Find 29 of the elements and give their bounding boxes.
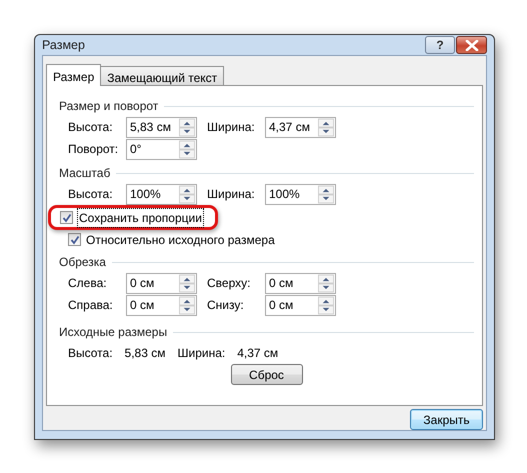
field-label: Справа: bbox=[68, 297, 114, 314]
field-label: Высота: bbox=[68, 119, 114, 136]
field-label: Ширина: bbox=[207, 119, 256, 136]
field-label: Ширина: bbox=[207, 186, 256, 203]
help-button[interactable]: ? bbox=[425, 36, 455, 54]
tab[interactable]: Размер bbox=[46, 64, 102, 86]
window-title: Размер bbox=[42, 36, 85, 54]
field-label: Снизу: bbox=[207, 297, 245, 314]
section-title: Масштаб bbox=[59, 165, 110, 182]
info-label: Ширина: bbox=[178, 345, 226, 362]
checkbox[interactable] bbox=[60, 211, 73, 224]
checkbox-label[interactable]: Сохранить пропорции bbox=[78, 208, 203, 226]
field-label: Сверху: bbox=[207, 275, 252, 292]
close-dialog-button[interactable]: Закрыть bbox=[410, 409, 483, 430]
tab[interactable]: Замещающий текст bbox=[100, 66, 224, 85]
field-label: Поворот: bbox=[68, 141, 120, 158]
field-label: Высота: bbox=[68, 186, 114, 203]
checkbox[interactable] bbox=[68, 233, 81, 246]
checkbox-label[interactable]: Относительно исходного размера bbox=[86, 230, 275, 248]
info-value: 5,83 см bbox=[124, 345, 166, 362]
section-title: Размер и поворот bbox=[59, 98, 158, 115]
section-title: Обрезка bbox=[59, 254, 106, 271]
close-button[interactable] bbox=[456, 36, 487, 54]
info-label: Высота: bbox=[68, 345, 113, 362]
field-label: Слева: bbox=[68, 275, 108, 292]
info-value: 4,37 см bbox=[237, 345, 278, 362]
close-icon bbox=[464, 40, 478, 50]
section-title: Исходные размеры bbox=[59, 324, 168, 341]
reset-button[interactable]: Сброс bbox=[230, 364, 302, 385]
